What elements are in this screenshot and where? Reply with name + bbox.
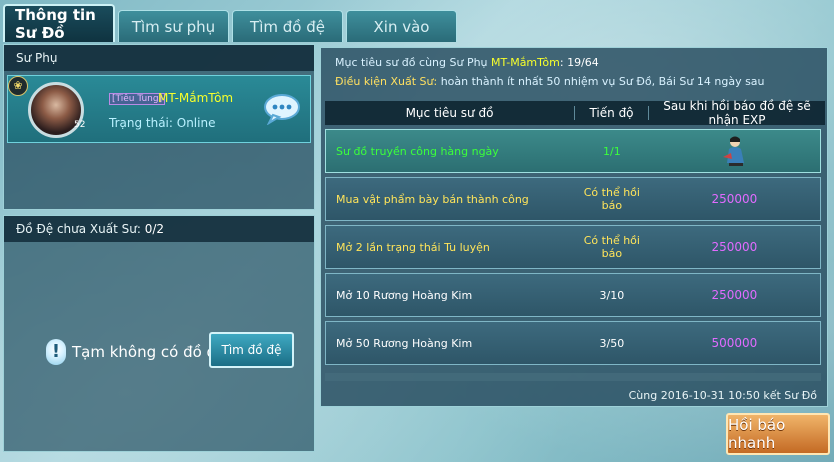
empty-text: Tạm không có đồ đệ (72, 343, 226, 361)
master-panel: Sư Phụ ❀ 52 [Tiêu Tung] MT-MắmTôm Trạng … (3, 44, 315, 210)
tab-find-master[interactable]: Tìm sư phụ (118, 10, 229, 42)
find-disciple-button[interactable]: Tìm đồ đệ (209, 332, 294, 368)
tab-apply[interactable]: Xin vào (346, 10, 457, 42)
tab-bar: Thông tin Sư Đồ Tìm sư phụ Tìm đồ đệ Xin… (3, 4, 457, 42)
goal-count: : 19/64 (559, 56, 599, 69)
row-reward: 250000 (711, 240, 758, 254)
list-overflow-row[interactable] (325, 373, 821, 381)
chat-button[interactable] (262, 92, 302, 126)
tab-mentor-info[interactable]: Thông tin Sư Đồ (3, 4, 115, 42)
master-tag: [Tiêu Tung] (109, 93, 166, 105)
header-progress: Tiến độ (575, 106, 649, 120)
row-goal: Sư đồ truyền công hàng ngày (336, 144, 499, 158)
row-goal: Mở 2 lần trạng thái Tu luyện (336, 240, 490, 254)
disciples-count: 0/2 (144, 222, 165, 236)
disciples-title-label: Đồ Đệ chưa Xuất Sư: (16, 222, 141, 236)
table-row[interactable]: Mở 50 Rương Hoàng Kim 3/50 500000 (325, 321, 821, 365)
disciples-panel-title: Đồ Đệ chưa Xuất Sư: 0/2 (4, 216, 314, 242)
goals-table-header: Mục tiêu sư đồ Tiến độ Sau khi hồi báo đ… (325, 99, 825, 127)
header-goal: Mục tiêu sư đồ (325, 106, 575, 120)
master-status: Trạng thái: Online (109, 116, 216, 130)
condition-text: hoàn thành ít nhất 50 nhiệm vụ Sư Đồ, Bá… (440, 75, 765, 88)
master-name: MT-MắmTôm (158, 91, 234, 105)
faction-emblem-icon: ❀ (8, 76, 28, 96)
row-reward (649, 133, 820, 170)
goal-master-name: MT-MắmTôm (491, 56, 560, 69)
row-reward: 500000 (711, 336, 758, 350)
table-row[interactable]: Mua vật phẩm bày bán thành công Có thể h… (325, 177, 821, 221)
mentorship-date: Cùng 2016-10-31 10:50 kết Sư Đồ (628, 389, 817, 402)
table-row[interactable]: Mở 10 Rương Hoàng Kim 3/10 250000 (325, 273, 821, 317)
speech-bubble-icon (264, 94, 300, 125)
condition-label: Điều kiện Xuất Sư: (335, 75, 438, 88)
graduation-condition: Điều kiện Xuất Sư: hoàn thành ít nhất 50… (335, 75, 765, 88)
row-reward: 250000 (711, 192, 758, 206)
row-goal: Mở 50 Rương Hoàng Kim (336, 336, 473, 350)
exclamation-icon: ! (46, 339, 66, 365)
row-goal: Mở 10 Rương Hoàng Kim (336, 288, 473, 302)
row-progress: Có thể hồi báo (583, 234, 640, 260)
master-panel-title: Sư Phụ (4, 45, 314, 71)
character-reward-icon (723, 136, 745, 166)
quick-report-button[interactable]: Hồi báo nhanh (726, 413, 830, 455)
tab-find-disciple[interactable]: Tìm đồ đệ (232, 10, 343, 42)
row-progress: 3/50 (599, 336, 625, 350)
master-level: 52 (74, 120, 86, 130)
header-reward: Sau khi hồi báo đồ đệ sẽ nhận EXP (663, 99, 811, 127)
master-card[interactable]: ❀ 52 [Tiêu Tung] MT-MắmTôm Trạng thái: O… (7, 75, 311, 143)
row-goal: Mua vật phẩm bày bán thành công (336, 192, 529, 206)
row-progress: 1/1 (603, 144, 621, 158)
table-row[interactable]: Mở 2 lần trạng thái Tu luyện Có thể hồi … (325, 225, 821, 269)
goal-label: Mục tiêu sư đồ cùng Sư Phụ (335, 56, 488, 69)
table-row[interactable]: Sư đồ truyền công hàng ngày 1/1 (325, 129, 821, 173)
row-progress: 3/10 (599, 288, 625, 302)
row-progress: Có thể hồi báo (583, 186, 640, 212)
row-reward: 250000 (711, 288, 758, 302)
disciples-panel: Đồ Đệ chưa Xuất Sư: 0/2 ! Tạm không có đ… (3, 215, 315, 452)
goals-panel: Mục tiêu sư đồ cùng Sư Phụ MT-MắmTôm: 19… (320, 47, 828, 407)
empty-message: ! Tạm không có đồ đệ (46, 339, 225, 365)
goal-summary: Mục tiêu sư đồ cùng Sư Phụ MT-MắmTôm: 19… (335, 56, 599, 69)
